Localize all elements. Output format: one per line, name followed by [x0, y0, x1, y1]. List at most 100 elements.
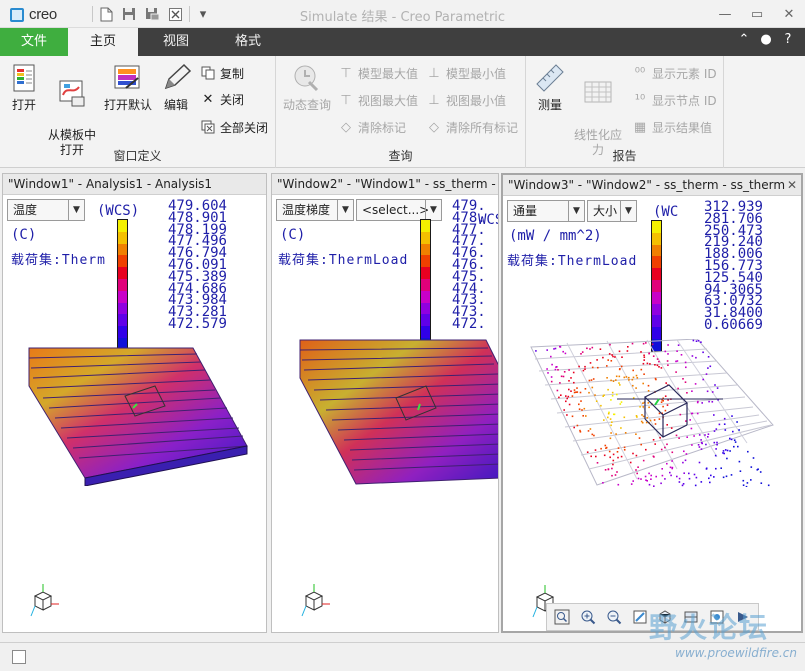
flux-vector-dot: [573, 391, 576, 394]
legend-swatch: [118, 278, 127, 291]
open-from-template-button[interactable]: 从模板中 打开: [46, 62, 98, 158]
flux-vector-dot: [603, 454, 606, 457]
flux-vector-dot: [576, 391, 579, 393]
window-2-component-select[interactable]: <select...> ▼: [356, 199, 442, 221]
open-default-label: 打开默认: [103, 98, 152, 112]
flux-vector-dot: [640, 368, 643, 371]
zoom-to-fit-icon[interactable]: [551, 606, 573, 628]
model-min-icon: ⊥: [428, 65, 440, 81]
flux-vector-dot: [568, 388, 570, 391]
flux-vector-dot: [682, 461, 684, 464]
dynamic-query-button[interactable]: 动态查询: [282, 62, 332, 113]
measure-button[interactable]: 测量: [532, 62, 568, 113]
result-window-3[interactable]: "Window3" - "Window2" - ss_therm - ss_th…: [501, 173, 803, 633]
flux-vector-dot: [737, 445, 739, 448]
flux-vector-dot: [554, 368, 557, 371]
flux-vector-dot: [630, 483, 633, 485]
flux-vector-dot: [670, 474, 672, 477]
minimize-icon[interactable]: —: [709, 0, 741, 28]
copy-button[interactable]: 复制: [200, 63, 244, 83]
flux-vector-dot: [619, 384, 621, 386]
window-1-quantity-select[interactable]: 温度 ▼: [7, 199, 85, 221]
open-button[interactable]: 打开: [6, 62, 42, 113]
close-button[interactable]: ✕ 关闭: [200, 89, 244, 109]
flux-vector-dot: [644, 475, 647, 478]
flux-vector-dot: [631, 378, 634, 381]
flux-vector-dot: [639, 406, 641, 408]
clear-all-tags-button[interactable]: ◇ 清除所有标记: [426, 117, 518, 137]
flux-vector-dot: [610, 360, 613, 362]
flux-vector-dot: [562, 375, 565, 378]
flux-vector-dots: [535, 339, 770, 487]
edit-button[interactable]: 编辑: [158, 62, 194, 113]
search-help-icon[interactable]: ●: [755, 32, 777, 47]
flux-vector-dot: [641, 414, 643, 416]
show-element-id-button[interactable]: ⁰⁰ 显示元素 ID: [632, 63, 717, 83]
window-3-close-icon[interactable]: ✕: [787, 175, 797, 195]
flux-vector-dot: [568, 369, 570, 371]
flux-vector-dot: [724, 429, 727, 431]
help-icon[interactable]: ?: [777, 32, 799, 47]
linearized-stress-button[interactable]: 线性化应 力: [570, 62, 626, 158]
flux-vector-dot: [648, 352, 650, 355]
view-min-button[interactable]: ⊥ 视图最小值: [426, 90, 506, 110]
window-3-quantity-select[interactable]: 通量 ▼: [507, 200, 585, 222]
tab-home[interactable]: 主页: [68, 28, 138, 56]
legend-swatch: [421, 278, 430, 291]
window-2-quantity-select[interactable]: 温度梯度 ▼: [276, 199, 354, 221]
status-checkbox[interactable]: [12, 650, 26, 664]
window-3-component-select[interactable]: 大小 ▼: [587, 200, 637, 222]
flux-vector-dot: [718, 423, 721, 426]
flux-vector-dot: [698, 434, 701, 436]
zoom-in-icon[interactable]: [577, 606, 599, 628]
model-max-button[interactable]: ⊤ 模型最大值: [338, 63, 418, 83]
flux-vector-dot: [733, 439, 736, 441]
zoom-out-icon[interactable]: [603, 606, 625, 628]
flux-vector-dot: [654, 443, 656, 445]
flux-vector-dot: [646, 417, 648, 419]
flux-vector-dot: [555, 366, 557, 368]
flux-vector-dot: [576, 424, 579, 427]
maximize-icon[interactable]: ▭: [741, 0, 773, 28]
flux-vector-dot: [581, 409, 583, 411]
dynamic-query-icon: [294, 65, 319, 92]
flux-vector-dot: [600, 447, 602, 450]
flux-vector-dot: [597, 366, 599, 369]
view-max-button[interactable]: ⊤ 视图最大值: [338, 90, 418, 110]
open-default-button[interactable]: 打开默认: [102, 62, 154, 113]
flux-vector-dot: [705, 468, 708, 470]
clear-tags-button[interactable]: ◇ 清除标记: [338, 117, 406, 137]
window-1-legend-values: 479.604 478.901 478.199 477.496 476.794 …: [153, 199, 227, 331]
close-icon[interactable]: ✕: [773, 0, 805, 28]
window-1-unit-label: (C): [11, 227, 37, 243]
flux-vector-dot: [652, 439, 655, 441]
tab-format[interactable]: 格式: [214, 28, 282, 56]
flux-vector-dot: [714, 454, 717, 457]
flux-vector-dot: [729, 437, 731, 440]
window-3-wcs-label: (WC: [653, 204, 679, 220]
model-min-button[interactable]: ⊥ 模型最小值: [426, 63, 506, 83]
flux-vector-dot: [747, 450, 749, 453]
flux-vector-dot: [612, 459, 615, 462]
flux-vector-dot: [716, 387, 719, 389]
legend-swatch: [421, 326, 430, 338]
flux-vector-dot: [611, 354, 613, 356]
show-node-id-button[interactable]: ¹⁰ 显示节点 ID: [632, 90, 717, 110]
tab-file[interactable]: 文件: [0, 28, 68, 56]
flux-vector-dot: [585, 415, 587, 417]
result-window-2[interactable]: "Window2" - "Window1" - ss_therm - s 温度梯…: [271, 173, 499, 633]
flux-vector-dot: [693, 435, 695, 437]
group-report: 测量 线性化应 力 ⁰⁰ 显示元素 ID ¹⁰ 显示节点 ID ▦ 显示结果值 …: [526, 56, 724, 168]
close-all-button[interactable]: 全部关闭: [200, 117, 268, 137]
show-result-values-button[interactable]: ▦ 显示结果值: [632, 117, 712, 137]
flux-vector-dot: [665, 382, 667, 384]
repaint-icon[interactable]: [629, 606, 651, 628]
tab-view[interactable]: 视图: [144, 28, 208, 56]
flux-vector-dot: [707, 433, 710, 435]
flux-vector-dot: [730, 438, 733, 441]
flux-vector-dot: [669, 466, 672, 469]
collapse-ribbon-icon[interactable]: ⌃: [733, 32, 755, 47]
flux-vector-dot: [600, 404, 602, 407]
flux-vector-dot: [738, 429, 740, 431]
result-window-1[interactable]: "Window1" - Analysis1 - Analysis1 温度 ▼ (…: [2, 173, 267, 633]
